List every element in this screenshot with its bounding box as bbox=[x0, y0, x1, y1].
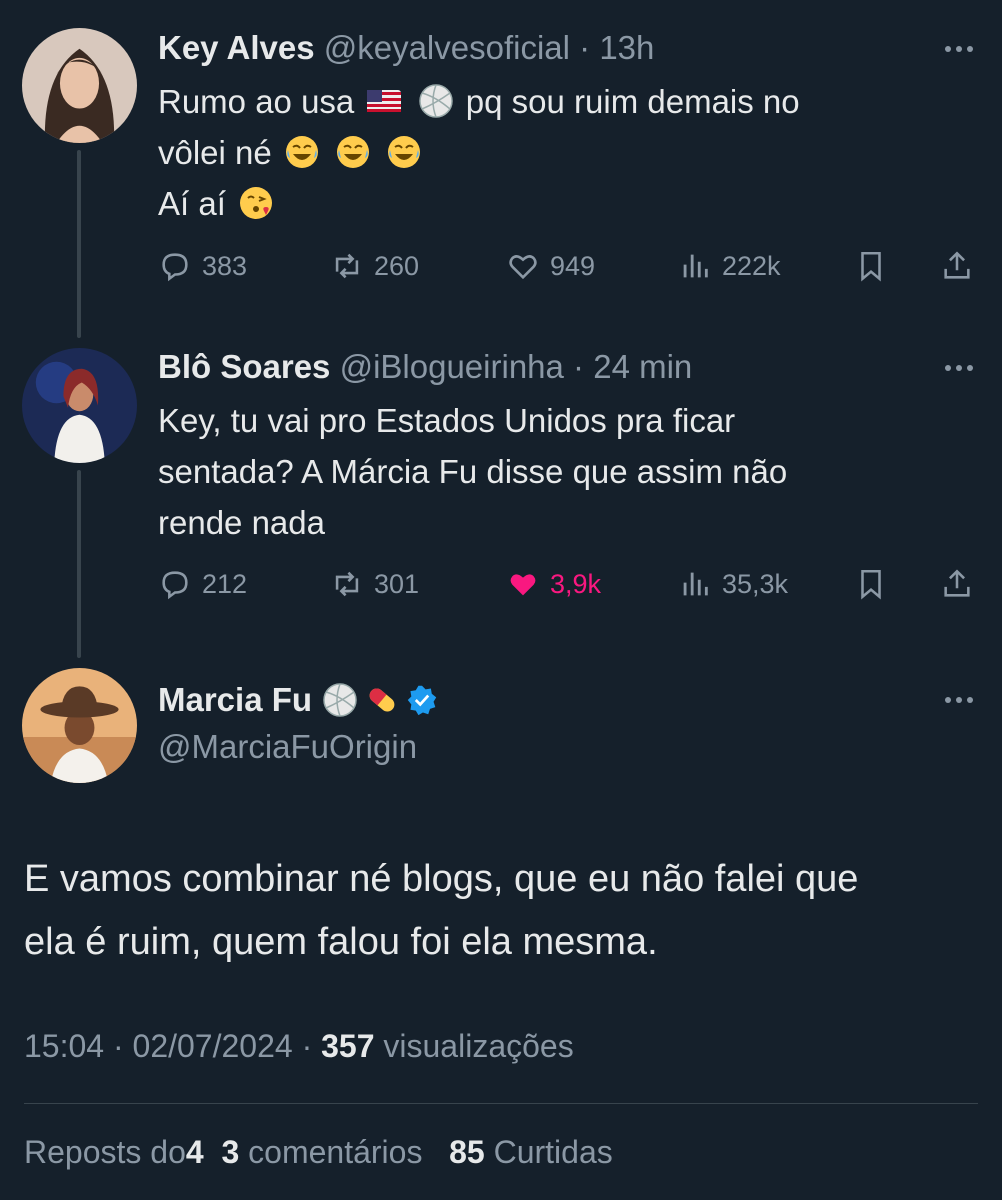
author-name[interactable]: Key Alves bbox=[158, 29, 315, 66]
avatar-marcia-fu[interactable] bbox=[22, 668, 137, 783]
views-button[interactable]: 222k bbox=[678, 246, 781, 286]
tweet-text-segment: Aí aí bbox=[158, 185, 226, 222]
like-button[interactable]: 3,9k bbox=[506, 564, 601, 604]
separator: · bbox=[573, 348, 585, 385]
views-count: 222k bbox=[722, 250, 781, 281]
reposts-stat[interactable]: Reposts do4 bbox=[24, 1134, 204, 1170]
reply-count: 212 bbox=[202, 568, 248, 599]
bookmark-button[interactable] bbox=[854, 246, 898, 286]
thread-line bbox=[77, 150, 81, 338]
main-tweet-text: E vamos combinar né blogs, que eu não fa… bbox=[24, 848, 984, 974]
us-flag-emoji-icon bbox=[367, 90, 402, 112]
more-options-icon[interactable] bbox=[944, 695, 974, 705]
like-count: 949 bbox=[550, 250, 596, 281]
repost-count: 301 bbox=[374, 568, 420, 599]
tweet-actions: 383 260 949 222k bbox=[158, 246, 978, 286]
main-author-row: Marcia Fu bbox=[158, 677, 441, 723]
comments-count: 3 bbox=[221, 1134, 240, 1170]
tweet-text-line: Key, tu vai pro Estados Unidos pra ficar bbox=[158, 402, 736, 439]
tweet-text-line: sentada? A Márcia Fu disse que assim não bbox=[158, 453, 788, 490]
likes-stat[interactable]: 85 Curtidas bbox=[449, 1134, 613, 1170]
separator: · bbox=[301, 1028, 313, 1064]
bookmark-icon bbox=[861, 569, 881, 600]
reply-button[interactable]: 212 bbox=[158, 564, 247, 604]
repost-button[interactable]: 301 bbox=[330, 564, 419, 604]
tweet-text-line: rende nada bbox=[158, 504, 325, 541]
reposts-count: 4 bbox=[185, 1134, 204, 1170]
volleyball-emoji-icon bbox=[323, 683, 357, 717]
reply-button[interactable]: 383 bbox=[158, 246, 247, 286]
laughing-tears-emoji-icon bbox=[285, 136, 318, 168]
author-handle[interactable]: @iBlogueirinha bbox=[340, 348, 564, 385]
views-chart-icon bbox=[683, 254, 708, 278]
tweet-thread: Key Alves @keyalvesoficial · 13h Rumo ao… bbox=[0, 0, 1002, 1200]
tweet-time[interactable]: 15:04 bbox=[24, 1028, 104, 1064]
repost-count: 260 bbox=[374, 250, 420, 281]
tweet-text-line: E vamos combinar né blogs, que eu não fa… bbox=[24, 858, 859, 900]
likes-label: Curtidas bbox=[493, 1134, 613, 1170]
comments-stat[interactable]: 3 comentários bbox=[221, 1134, 422, 1170]
like-button[interactable]: 949 bbox=[506, 246, 595, 286]
pill-emoji-icon bbox=[369, 688, 395, 712]
author-name[interactable]: Marcia Fu bbox=[158, 681, 312, 719]
more-options-icon[interactable] bbox=[944, 363, 974, 373]
tweet-text-line: ela é ruim, quem falou foi ela mesma. bbox=[24, 921, 658, 963]
more-options-icon[interactable] bbox=[944, 44, 974, 54]
share-icon bbox=[944, 251, 970, 279]
tweet-meta: 15:04 · 02/07/2024 · 357 visualizações bbox=[24, 1028, 574, 1065]
tweet-date[interactable]: 02/07/2024 bbox=[133, 1028, 293, 1064]
repost-button[interactable]: 260 bbox=[330, 246, 419, 286]
repost-icon bbox=[335, 253, 359, 279]
separator: · bbox=[579, 29, 591, 66]
laughing-tears-emoji-icon bbox=[388, 136, 421, 168]
author-handle[interactable]: @MarciaFuOrigin bbox=[158, 728, 417, 766]
separator: · bbox=[112, 1028, 124, 1064]
bookmark-icon bbox=[861, 251, 881, 282]
comments-label: comentários bbox=[248, 1134, 423, 1170]
views-count: 35,3k bbox=[722, 568, 789, 599]
likes-count: 85 bbox=[449, 1134, 485, 1170]
repost-icon bbox=[335, 571, 359, 597]
volleyball-emoji-icon bbox=[418, 84, 453, 118]
thread-line bbox=[77, 470, 81, 658]
share-icon bbox=[944, 569, 970, 597]
reply-count: 383 bbox=[202, 250, 248, 281]
views-chart-icon bbox=[683, 572, 708, 596]
verified-badge-icon[interactable] bbox=[406, 684, 438, 716]
tweet-time[interactable]: 24 min bbox=[593, 348, 692, 385]
heart-filled-icon bbox=[510, 574, 536, 596]
heart-icon bbox=[509, 255, 537, 280]
reply-icon bbox=[162, 253, 188, 282]
tweet-text: Key, tu vai pro Estados Unidos pra ficar… bbox=[158, 395, 958, 548]
tweet-time[interactable]: 13h bbox=[599, 29, 654, 66]
divider bbox=[24, 1103, 978, 1104]
views-label: visualizações bbox=[383, 1028, 574, 1064]
share-button[interactable] bbox=[940, 246, 984, 286]
author-name[interactable]: Blô Soares bbox=[158, 348, 330, 385]
laughing-tears-emoji-icon bbox=[337, 136, 370, 168]
author-handle[interactable]: @keyalvesoficial bbox=[324, 29, 570, 66]
share-button[interactable] bbox=[940, 564, 984, 604]
kissing-heart-emoji-icon bbox=[240, 187, 273, 219]
tweet-header: Blô Soares @iBlogueirinha · 24 min bbox=[158, 347, 692, 387]
reply-icon bbox=[162, 571, 188, 600]
tweet-text-segment: pq sou ruim demais no bbox=[465, 83, 800, 120]
avatar-key-alves[interactable] bbox=[22, 28, 137, 143]
bookmark-button[interactable] bbox=[854, 564, 898, 604]
tweet-text-segment: Rumo ao usa bbox=[158, 83, 355, 120]
tweet-text-segment: vôlei né bbox=[158, 134, 272, 171]
tweet-stats: Reposts do4 3 comentários 85 Curtidas bbox=[24, 1134, 613, 1171]
views-button[interactable]: 35,3k bbox=[678, 564, 788, 604]
reposts-label: Reposts do bbox=[24, 1134, 186, 1170]
views-count: 357 bbox=[321, 1028, 375, 1064]
avatar-blo-soares[interactable] bbox=[22, 348, 137, 463]
tweet-actions: 212 301 3,9k 35,3k bbox=[158, 564, 978, 604]
like-count: 3,9k bbox=[550, 568, 602, 599]
tweet-header: Key Alves @keyalvesoficial · 13h bbox=[158, 28, 654, 68]
tweet-text: Rumo ao usa pq sou ruim demais no vôlei … bbox=[158, 76, 958, 229]
